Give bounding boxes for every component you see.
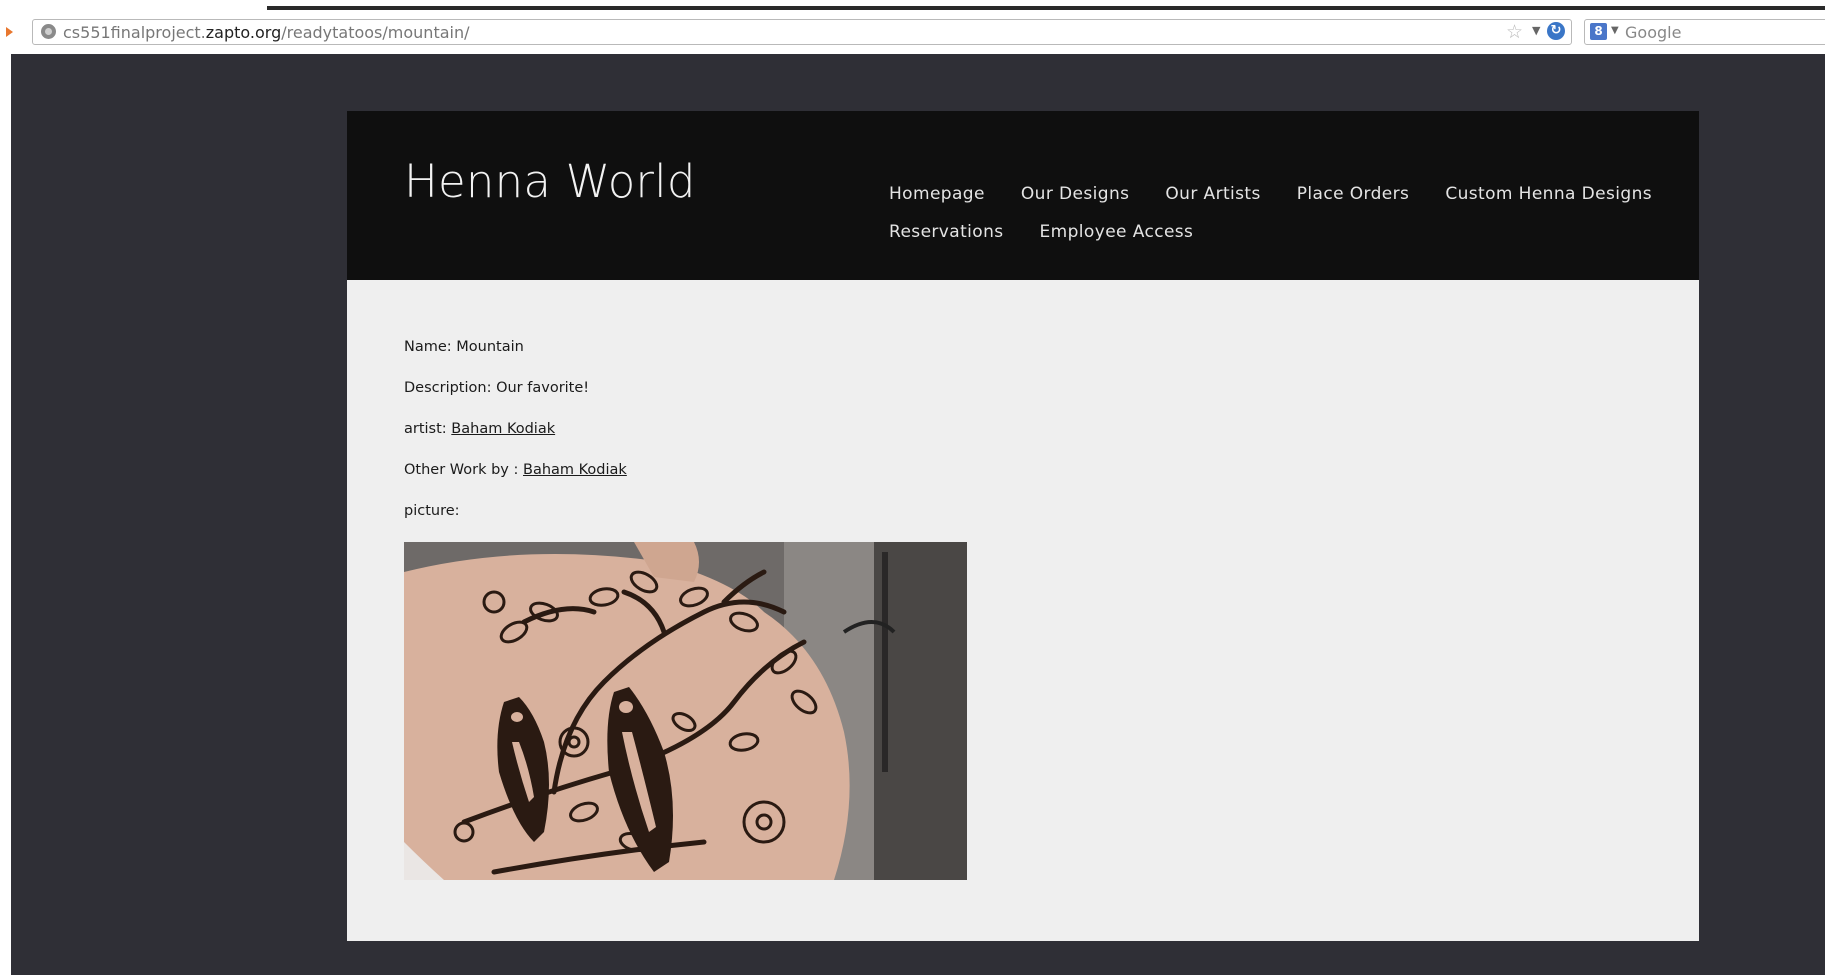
henna-design-photo bbox=[404, 542, 967, 880]
nav-our-designs[interactable]: Our Designs bbox=[1021, 184, 1130, 222]
artist-link[interactable]: Baham Kodiak bbox=[451, 421, 555, 437]
window-top-border bbox=[267, 6, 1825, 10]
reload-icon[interactable]: ↻ bbox=[1547, 22, 1565, 40]
nav-employee-access[interactable]: Employee Access bbox=[1040, 222, 1194, 260]
search-bar[interactable]: 8 ▼ Google bbox=[1584, 19, 1825, 45]
bookmark-star-icon[interactable]: ☆ bbox=[1506, 21, 1523, 43]
history-dropdown-icon[interactable]: ▼ bbox=[1532, 24, 1540, 37]
henna-photo-illustration bbox=[404, 542, 967, 880]
google-search-icon[interactable]: 8 bbox=[1590, 23, 1607, 40]
search-engine-dropdown-icon[interactable]: ▼ bbox=[1611, 25, 1619, 36]
nav-row-1: Homepage Our Designs Our Artists Place O… bbox=[889, 184, 1652, 222]
other-work-link[interactable]: Baham Kodiak bbox=[523, 462, 627, 478]
url-prefix: cs551finalproject. bbox=[63, 23, 206, 42]
nav-row-2: Reservations Employee Access bbox=[889, 222, 1649, 260]
nav-custom-henna-designs[interactable]: Custom Henna Designs bbox=[1445, 184, 1652, 222]
design-description: Description: Our favorite! bbox=[404, 380, 590, 396]
design-name: Name: Mountain bbox=[404, 339, 524, 355]
nav-place-orders[interactable]: Place Orders bbox=[1297, 184, 1410, 222]
globe-icon bbox=[41, 24, 56, 39]
site-title[interactable]: Henna World bbox=[404, 155, 696, 208]
design-detail: Name: Mountain Description: Our favorite… bbox=[347, 280, 1699, 941]
url-text[interactable]: cs551finalproject.zapto.org/readytatoos/… bbox=[63, 23, 470, 42]
main-nav: Homepage Our Designs Our Artists Place O… bbox=[889, 184, 1652, 260]
other-work: Other Work by : Baham Kodiak bbox=[404, 462, 627, 478]
site-header: Henna World Homepage Our Designs Our Art… bbox=[347, 111, 1699, 280]
address-bar[interactable]: cs551finalproject.zapto.org/readytatoos/… bbox=[32, 19, 1572, 45]
url-path: /readytatoos/mountain/ bbox=[281, 23, 470, 42]
page-container: Henna World Homepage Our Designs Our Art… bbox=[347, 111, 1699, 941]
design-artist: artist: Baham Kodiak bbox=[404, 421, 555, 437]
nav-homepage[interactable]: Homepage bbox=[889, 184, 985, 222]
nav-our-artists[interactable]: Our Artists bbox=[1165, 184, 1260, 222]
tab-arrow-icon bbox=[6, 27, 13, 37]
other-work-label: Other Work by : bbox=[404, 462, 519, 478]
picture-label: picture: bbox=[404, 503, 460, 519]
window-left-edge bbox=[0, 54, 11, 975]
nav-reservations[interactable]: Reservations bbox=[889, 222, 1004, 260]
search-placeholder[interactable]: Google bbox=[1625, 23, 1681, 42]
artist-label: artist: bbox=[404, 421, 447, 437]
url-host: zapto.org bbox=[205, 23, 282, 42]
